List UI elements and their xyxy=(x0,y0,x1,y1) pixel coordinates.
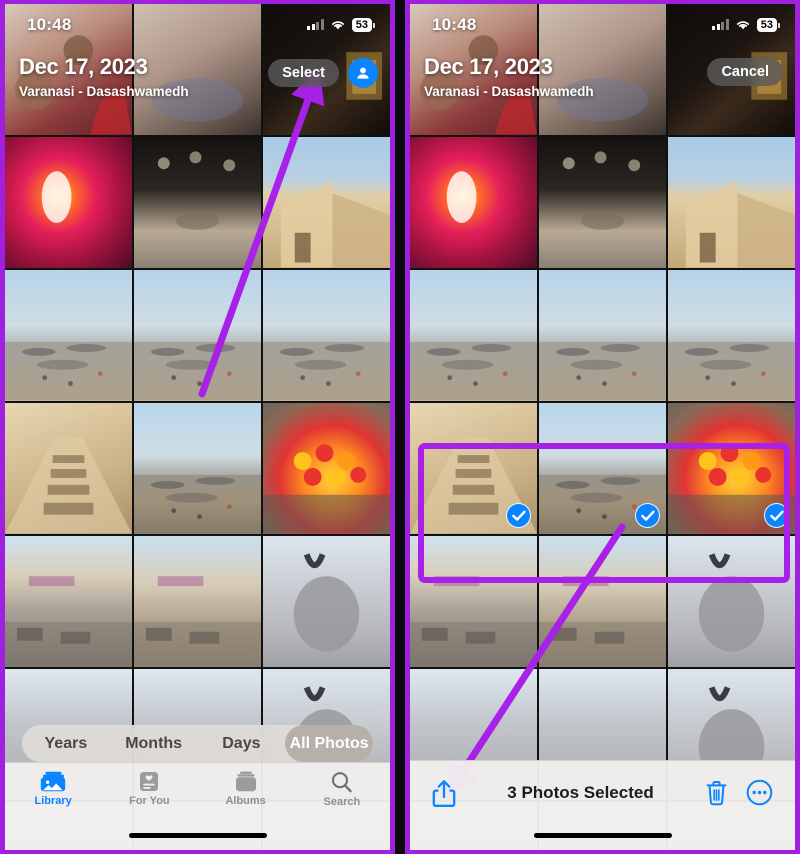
photo-thumbnail-detail xyxy=(5,576,132,667)
photo-header-left: Dec 17, 2023 Varanasi - Dasashwamedh Sel… xyxy=(5,50,390,106)
phone-screen-right: 10:48 53 Dec 17, 2023 Varanasi - Dasashw… xyxy=(410,4,795,850)
photo-thumbnail[interactable] xyxy=(134,270,261,401)
selection-checkmark-icon[interactable] xyxy=(635,503,660,528)
tab-for-you[interactable]: For You xyxy=(101,771,197,807)
photo-header-right: Dec 17, 2023 Varanasi - Dasashwamedh Can… xyxy=(410,50,795,106)
photo-thumbnail[interactable] xyxy=(263,536,390,667)
header-location: Varanasi - Dasashwamedh xyxy=(424,84,594,99)
share-icon xyxy=(432,780,456,807)
photo-thumbnail[interactable] xyxy=(539,403,666,534)
photo-thumbnail[interactable] xyxy=(263,403,390,534)
selection-checkmark-icon[interactable] xyxy=(506,503,531,528)
search-icon xyxy=(332,772,353,793)
photo-thumbnail-detail xyxy=(280,181,390,268)
delete-button[interactable] xyxy=(705,780,728,806)
segment-all-photos[interactable]: All Photos xyxy=(285,725,373,762)
photo-thumbnail-detail xyxy=(293,553,360,652)
selection-count-label: 3 Photos Selected xyxy=(507,783,654,802)
home-indicator xyxy=(533,833,672,838)
phone-screen-left: 10:48 53 Dec 17, 2023 Varanasi - Dasashw… xyxy=(5,4,390,850)
photo-thumbnail-detail xyxy=(698,553,765,652)
trash-icon xyxy=(706,780,727,805)
photo-thumbnail-detail xyxy=(446,171,477,223)
photo-thumbnail-detail xyxy=(263,341,390,401)
photo-thumbnail-detail xyxy=(5,341,132,401)
photo-thumbnail[interactable] xyxy=(668,270,795,401)
select-button[interactable]: Select xyxy=(268,59,339,87)
photo-thumbnail[interactable] xyxy=(134,137,261,268)
more-circle-icon xyxy=(746,779,773,806)
more-options-button[interactable] xyxy=(746,779,773,806)
person-avatar-icon[interactable] xyxy=(348,58,378,88)
panel-divider xyxy=(390,0,410,854)
segment-days[interactable]: Days xyxy=(198,725,286,762)
photo-thumbnail-detail xyxy=(668,341,795,401)
selection-checkmark-icon[interactable] xyxy=(764,503,789,528)
photo-grid-left[interactable] xyxy=(5,4,390,850)
photo-thumbnail-detail xyxy=(685,181,795,268)
photo-thumbnail[interactable] xyxy=(410,403,537,534)
photo-grid-right[interactable] xyxy=(410,4,795,850)
photo-thumbnail[interactable] xyxy=(539,270,666,401)
cancel-button[interactable]: Cancel xyxy=(707,58,783,86)
photo-thumbnail[interactable] xyxy=(410,536,537,667)
header-location: Varanasi - Dasashwamedh xyxy=(19,84,189,99)
photo-thumbnail[interactable] xyxy=(263,137,390,268)
photo-thumbnail[interactable] xyxy=(668,137,795,268)
photo-thumbnail[interactable] xyxy=(263,270,390,401)
photo-thumbnail[interactable] xyxy=(5,137,132,268)
photo-thumbnail[interactable] xyxy=(5,536,132,667)
photo-thumbnail[interactable] xyxy=(410,137,537,268)
photo-thumbnail[interactable] xyxy=(134,403,261,534)
photo-thumbnail[interactable] xyxy=(134,536,261,667)
header-date: Dec 17, 2023 xyxy=(424,54,553,79)
segment-years[interactable]: Years xyxy=(22,725,110,762)
photo-thumbnail-detail xyxy=(539,341,666,401)
photo-thumbnail[interactable] xyxy=(5,270,132,401)
albums-icon xyxy=(235,771,256,792)
photo-thumbnail[interactable] xyxy=(5,403,132,534)
photo-thumbnail-detail xyxy=(134,474,261,534)
for-you-icon xyxy=(140,772,159,791)
share-button[interactable] xyxy=(432,779,456,808)
home-indicator xyxy=(128,833,267,838)
tab-library[interactable]: Library xyxy=(5,771,101,807)
photo-thumbnail-detail xyxy=(410,341,537,401)
tab-label: Search xyxy=(323,796,361,808)
photo-thumbnail-detail xyxy=(134,341,261,401)
photo-thumbnail[interactable] xyxy=(539,137,666,268)
timeline-segmented-control[interactable]: Years Months Days All Photos xyxy=(22,725,373,762)
photo-thumbnail-detail xyxy=(157,151,236,230)
tab-label: For You xyxy=(129,795,170,807)
photo-thumbnail-detail xyxy=(410,576,537,667)
photo-thumbnail-detail xyxy=(562,151,641,230)
header-date: Dec 17, 2023 xyxy=(19,54,148,79)
screenshot-root: 10:48 53 Dec 17, 2023 Varanasi - Dasashw… xyxy=(0,0,800,854)
tab-label: Albums xyxy=(225,795,266,807)
photo-thumbnail[interactable] xyxy=(668,536,795,667)
photo-thumbnail[interactable] xyxy=(410,270,537,401)
segment-months[interactable]: Months xyxy=(110,725,198,762)
photo-thumbnail[interactable] xyxy=(668,403,795,534)
photo-thumbnail-detail xyxy=(134,576,261,667)
photo-thumbnail[interactable] xyxy=(539,536,666,667)
photo-thumbnail-detail xyxy=(539,576,666,667)
tab-search[interactable]: Search xyxy=(294,771,390,808)
photo-thumbnail-detail xyxy=(263,444,390,534)
tab-albums[interactable]: Albums xyxy=(198,771,294,807)
photo-thumbnail-detail xyxy=(5,437,132,534)
photo-library-icon xyxy=(40,771,66,792)
photo-thumbnail-detail xyxy=(41,171,72,223)
tab-label: Library xyxy=(34,795,72,807)
